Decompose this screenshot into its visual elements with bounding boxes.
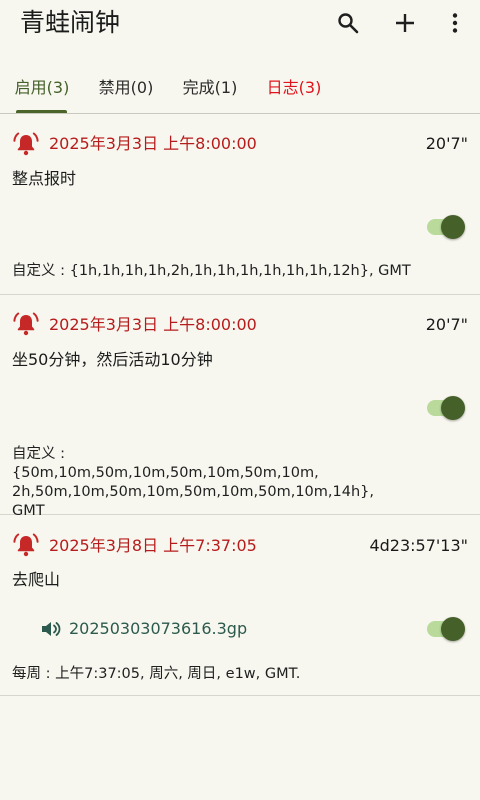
alarm-enabled-toggle[interactable] [427,212,467,242]
toggle-thumb [441,215,465,239]
toggle-thumb [441,617,465,641]
alarm-label: 整点报时 [12,169,77,188]
alarm-bell-icon [13,533,39,557]
alarm-time: 2025年3月3日 上午8:00:00 [49,315,257,334]
tab-completed[interactable]: 完成(1) [176,66,244,114]
alarm-card[interactable]: 2025年3月8日 上午7:37:05 4d23:57'13" 去爬山 2025… [0,515,480,696]
toggle-thumb [441,396,465,420]
alarm-schedule: 自定义 : {50m,10m,50m,10m,50m,10m,50m,10m, … [12,446,374,519]
alarm-enabled-toggle[interactable] [427,614,467,644]
alarm-label: 去爬山 [12,570,61,589]
tab-indicator [16,110,67,113]
app-title: 青蛙闹钟 [20,8,121,37]
alarm-card[interactable]: 2025年3月3日 上午8:00:00 20'7" 整点报时 自定义 : {1h… [0,115,480,295]
speaker-icon [42,622,61,636]
search-button[interactable] [331,6,365,40]
app-bar: 青蛙闹钟 [0,0,480,46]
alarm-schedule: 自定义 : {1h,1h,1h,1h,2h,1h,1h,1h,1h,1h,1h,… [12,263,411,279]
add-icon [396,14,414,32]
time-remaining: 20'7" [425,315,468,334]
more-vert-icon [452,13,458,33]
alarm-schedule: 每周 : 上午7:37:05, 周六, 周日, e1w, GMT. [12,666,301,682]
time-remaining: 20'7" [425,134,468,153]
alarm-time: 2025年3月3日 上午8:00:00 [49,134,257,153]
add-alarm-button[interactable] [388,6,422,40]
search-icon [338,13,359,34]
tab-log[interactable]: 日志(3) [260,66,328,114]
tab-disabled[interactable]: 禁用(0) [92,66,160,114]
tab-bar: 启用(3) 禁用(0) 完成(1) 日志(3) [0,66,480,114]
more-options-button[interactable] [438,6,472,40]
alarm-enabled-toggle[interactable] [427,393,467,423]
time-remaining: 4d23:57'13" [369,536,468,555]
alarm-card[interactable]: 2025年3月3日 上午8:00:00 20'7" 坐50分钟，然后活动10分钟… [0,295,480,519]
alarm-bell-icon [13,312,39,336]
alarm-label: 坐50分钟，然后活动10分钟 [12,350,213,369]
alarm-sound-file[interactable]: 20250303073616.3gp [69,617,247,641]
alarm-time: 2025年3月8日 上午7:37:05 [49,536,257,555]
tab-enabled[interactable]: 启用(3) [8,66,76,114]
alarm-bell-icon [13,132,39,156]
